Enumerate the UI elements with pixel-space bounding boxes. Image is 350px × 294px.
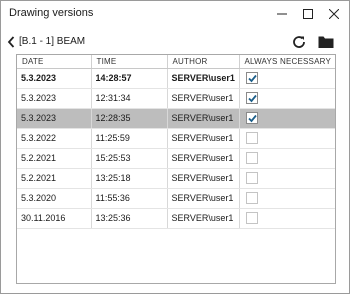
time-cell: 13:25:18: [91, 168, 168, 189]
always-cell: [239, 188, 335, 209]
checkmark-icon: [247, 94, 257, 103]
table-row[interactable]: 5.3.2020 11:55:36 SERVER\user1: [17, 188, 335, 209]
maximize-button[interactable]: [297, 1, 319, 27]
always-cell: [239, 68, 335, 89]
time-cell: 12:28:35: [91, 108, 168, 129]
always-necessary-header[interactable]: ALWAYS NECESSARY: [239, 55, 335, 69]
table-row[interactable]: 30.11.2016 13:25:36 SERVER\user1: [17, 208, 335, 229]
toolbar: [B.1 - 1] BEAM: [1, 31, 349, 53]
table-row[interactable]: 5.3.2023 12:31:34 SERVER\user1: [17, 88, 335, 109]
author-cell: SERVER\user1: [167, 168, 240, 189]
always-cell: [239, 128, 335, 149]
table-row[interactable]: 5.2.2021 15:25:53 SERVER\user1: [17, 148, 335, 169]
always-necessary-checkbox[interactable]: [245, 152, 258, 164]
date-cell: 5.3.2023: [17, 108, 92, 129]
time-cell: 11:55:36: [91, 188, 168, 209]
title-bar[interactable]: Drawing versions: [1, 1, 349, 27]
folder-icon[interactable]: [318, 35, 334, 49]
date-cell: 30.11.2016: [17, 208, 92, 229]
table-row[interactable]: 5.3.2023 12:28:35 SERVER\user1: [17, 108, 335, 129]
minimize-icon: [277, 13, 287, 15]
checkmark-icon: [247, 114, 257, 123]
author-cell: SERVER\user1: [167, 68, 240, 89]
date-cell: 5.3.2023: [17, 68, 92, 89]
time-cell: 13:25:36: [91, 208, 168, 229]
date-cell: 5.3.2020: [17, 188, 92, 209]
versions-table: DATE TIME AUTHOR ALWAYS NECESSARY 5.3.20…: [17, 55, 335, 229]
always-cell: [239, 208, 335, 229]
author-cell: SERVER\user1: [167, 188, 240, 209]
always-cell: [239, 148, 335, 169]
minimize-button[interactable]: [271, 1, 293, 27]
window-title: Drawing versions: [9, 7, 94, 19]
date-cell: 5.2.2021: [17, 148, 92, 169]
always-necessary-checkbox[interactable]: [245, 72, 258, 84]
author-cell: SERVER\user1: [167, 88, 240, 109]
table-row[interactable]: 5.2.2021 13:25:18 SERVER\user1: [17, 168, 335, 189]
date-header[interactable]: DATE: [17, 55, 92, 69]
always-necessary-checkbox[interactable]: [245, 212, 258, 224]
table-row[interactable]: 5.3.2023 14:28:57 SERVER\user1: [17, 68, 335, 89]
author-cell: SERVER\user1: [167, 208, 240, 229]
time-header[interactable]: TIME: [91, 55, 168, 69]
table-row[interactable]: 5.3.2022 11:25:59 SERVER\user1: [17, 128, 335, 149]
always-cell: [239, 168, 335, 189]
time-cell: 11:25:59: [91, 128, 168, 149]
time-cell: 12:31:34: [91, 88, 168, 109]
time-cell: 15:25:53: [91, 148, 168, 169]
date-cell: 5.2.2021: [17, 168, 92, 189]
breadcrumb: [B.1 - 1] BEAM: [19, 36, 86, 47]
checkmark-icon: [247, 74, 257, 83]
time-cell: 14:28:57: [91, 68, 168, 89]
always-necessary-checkbox[interactable]: [245, 112, 258, 124]
back-chevron-icon[interactable]: [7, 36, 15, 48]
close-icon: [329, 9, 339, 19]
always-cell: [239, 108, 335, 129]
always-necessary-checkbox[interactable]: [245, 192, 258, 204]
refresh-icon[interactable]: [291, 34, 307, 50]
maximize-icon: [303, 9, 313, 19]
drawing-versions-window: Drawing versions [B.1 - 1] BEAM DATE TIM…: [0, 0, 350, 294]
always-necessary-checkbox[interactable]: [245, 132, 258, 144]
author-cell: SERVER\user1: [167, 148, 240, 169]
author-cell: SERVER\user1: [167, 108, 240, 129]
always-necessary-checkbox[interactable]: [245, 92, 258, 104]
author-header[interactable]: AUTHOR: [167, 55, 240, 69]
author-cell: SERVER\user1: [167, 128, 240, 149]
close-button[interactable]: [323, 1, 345, 27]
date-cell: 5.3.2023: [17, 88, 92, 109]
versions-grid: DATE TIME AUTHOR ALWAYS NECESSARY 5.3.20…: [16, 54, 336, 284]
always-cell: [239, 88, 335, 109]
header-row: DATE TIME AUTHOR ALWAYS NECESSARY: [17, 55, 335, 69]
always-necessary-checkbox[interactable]: [245, 172, 258, 184]
date-cell: 5.3.2022: [17, 128, 92, 149]
